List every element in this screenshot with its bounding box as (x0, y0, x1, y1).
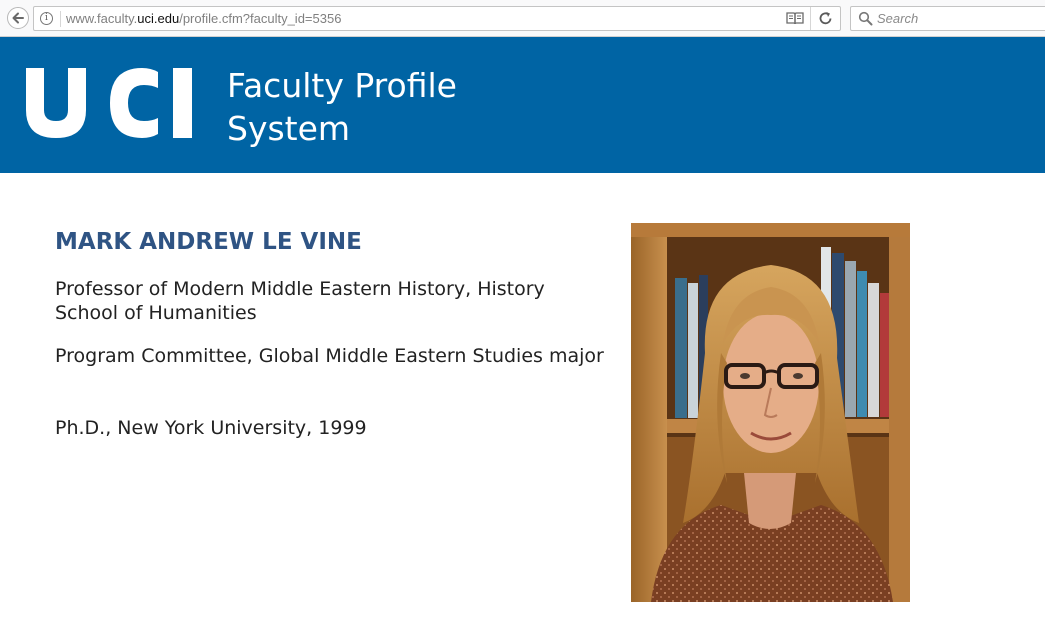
address-bar[interactable]: i www.faculty.uci.edu/profile.cfm?facult… (33, 6, 841, 31)
info-icon[interactable]: i (40, 12, 53, 25)
reload-separator (810, 7, 811, 30)
browser-toolbar: i www.faculty.uci.edu/profile.cfm?facult… (0, 0, 1045, 37)
faculty-name: MARK ANDREW LE VINE (55, 229, 362, 255)
url-text[interactable]: www.faculty.uci.edu/profile.cfm?faculty_… (66, 11, 341, 27)
uci-logo[interactable] (26, 68, 196, 138)
search-input[interactable]: Search (850, 6, 1045, 31)
banner-title: Faculty Profile System (227, 64, 527, 150)
reload-icon[interactable] (818, 11, 833, 26)
faculty-program: Program Committee, Global Middle Eastern… (55, 345, 604, 367)
url-path: /profile.cfm?faculty_id=5356 (179, 11, 342, 26)
faculty-portrait (631, 223, 910, 602)
faculty-degree: Ph.D., New York University, 1999 (55, 417, 367, 439)
faculty-school: School of Humanities (55, 302, 257, 324)
url-prefix: www.faculty. (66, 11, 138, 26)
back-arrow-icon (12, 12, 24, 24)
banner-title-line2: System (227, 109, 351, 148)
site-header-banner: Faculty Profile System (0, 37, 1045, 173)
url-domain: uci.edu (137, 11, 180, 26)
back-button[interactable] (7, 7, 29, 29)
search-placeholder: Search (877, 11, 919, 26)
search-icon (858, 11, 873, 26)
faculty-title: Professor of Modern Middle Eastern Histo… (55, 278, 545, 300)
banner-title-line1: Faculty Profile (227, 66, 457, 105)
reader-view-icon[interactable] (786, 11, 804, 26)
address-separator (60, 11, 61, 27)
